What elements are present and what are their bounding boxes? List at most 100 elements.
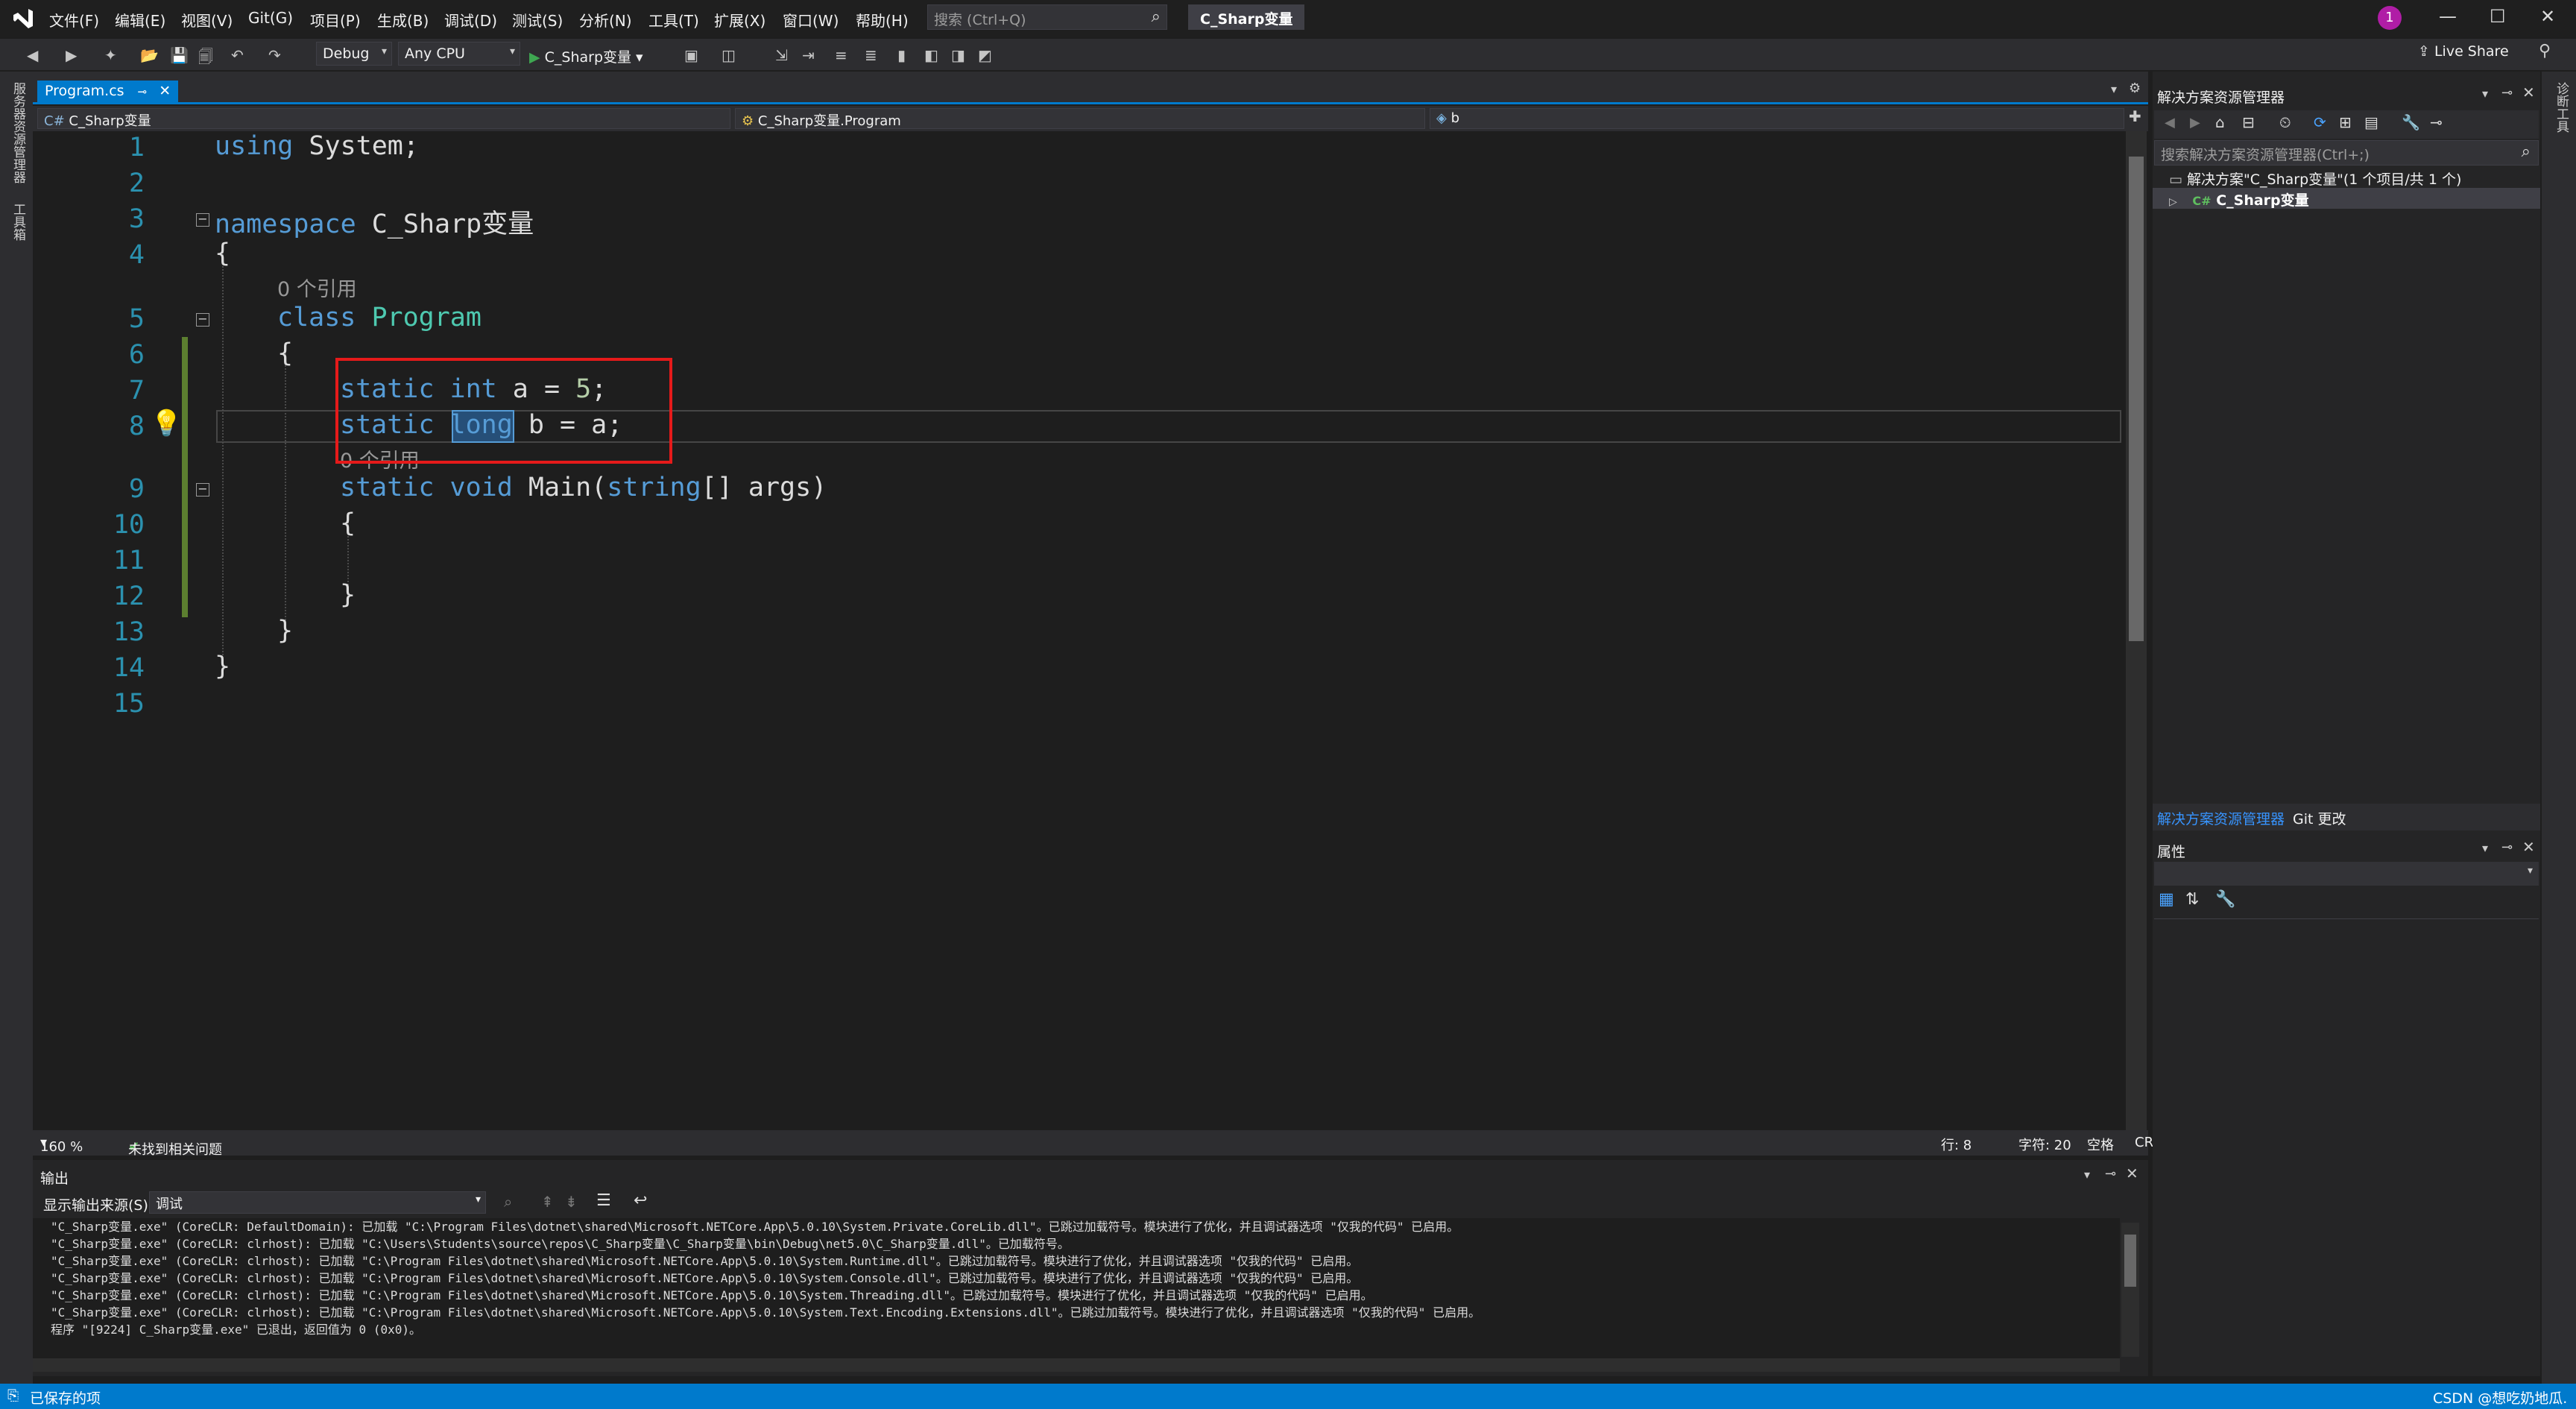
prev-bookmark-icon[interactable]: ◧ [924,46,938,64]
save-icon[interactable]: 💾 [170,46,189,64]
account-avatar[interactable]: 1 [2378,6,2402,30]
menu-analyze[interactable]: 分析(N) [579,9,632,31]
comment-icon[interactable]: ≡ [835,46,847,64]
pin-icon[interactable]: ⊸ [138,85,148,98]
start-debugging-button[interactable]: ▶ C_Sharp变量 ▾ [529,46,643,66]
sync-icon[interactable]: ⟳ [2314,113,2326,131]
lightbulb-icon[interactable]: 💡 [151,409,182,438]
save-all-icon[interactable]: 🗐 [198,46,213,72]
screenshot-icon[interactable]: ◫ [722,46,736,64]
pin-icon[interactable]: ⊸ [2105,1166,2116,1182]
menu-edit[interactable]: 编辑(E) [115,9,165,31]
project-dropdown[interactable]: C# C_Sharp变量 [37,108,730,129]
navigate-forward-icon[interactable]: ▶ [66,46,77,64]
pin-icon[interactable]: ⊸ [2501,85,2513,101]
back-icon[interactable]: ◀ [2165,115,2175,130]
menu-file[interactable]: 文件(F) [49,9,99,31]
word-wrap-icon[interactable]: ↩ [634,1191,647,1210]
output-horizontal-scrollbar[interactable] [33,1358,2120,1372]
configuration-select[interactable]: Debug ▾ [316,42,392,66]
menu-tools[interactable]: 工具(T) [648,9,699,31]
menu-project[interactable]: 项目(P) [310,9,361,31]
forward-icon[interactable]: ▶ [2190,115,2200,130]
tab-git-changes[interactable]: Git 更改 [2293,808,2346,828]
collapse-method-toggle[interactable]: − [196,483,209,497]
find-message-icon[interactable]: ⌕ [504,1193,512,1211]
menu-extensions[interactable]: 扩展(X) [714,9,765,31]
clear-all-icon[interactable]: ☰ [596,1191,611,1210]
toolbox-tab[interactable]: 工具箱 [9,203,28,241]
categorized-icon[interactable]: ▦ [2159,890,2174,909]
collapse-class-toggle[interactable]: − [196,313,209,327]
panel-menu-icon[interactable]: ▾ [2482,86,2488,101]
menu-test[interactable]: 测试(S) [512,9,563,31]
whitespace-mode[interactable]: 空格 [2087,1135,2114,1154]
tab-program-cs[interactable]: Program.cs ⊸ ✕ [37,81,179,104]
pending-changes-icon[interactable]: ⏲ [2279,113,2291,131]
properties-object-select[interactable]: ▾ [2154,862,2539,886]
clear-bookmarks-icon[interactable]: ◩ [978,46,992,64]
expand-arrow-icon[interactable]: ▷ [2169,196,2177,208]
navigate-back-icon[interactable]: ◀ [27,46,38,64]
diagnostic-tools-tab[interactable]: 诊断工具 [2552,82,2571,133]
alphabetical-icon[interactable]: ⇅ [2185,890,2199,909]
global-search-input[interactable]: 搜索 (Ctrl+Q) ⌕ [927,4,1167,30]
panel-menu-icon[interactable]: ▾ [2084,1167,2090,1182]
bookmark-icon[interactable]: ▮ [897,46,906,64]
open-file-icon[interactable]: 📂 [140,46,159,64]
platform-select[interactable]: Any CPU ▾ [398,42,520,66]
maximize-icon[interactable]: ☐ [2490,6,2506,27]
type-dropdown[interactable]: ⚙ C_Sharp变量.Program [735,108,1425,129]
output-source-select[interactable]: 调试 ▾ [149,1191,486,1214]
menu-git[interactable]: Git(G) [248,9,293,27]
tree-item-project[interactable]: ▷ C# C_Sharp变量 [2153,188,2540,209]
prev-message-icon[interactable]: ⇞ [541,1193,554,1211]
editor-scroll-thumb[interactable] [2129,157,2144,641]
tab-overflow-icon[interactable]: ▾ [2111,82,2117,96]
settings-gear-icon[interactable]: ⚙ [2129,81,2141,96]
member-dropdown[interactable]: ◈ b [1430,108,2124,129]
preview-icon[interactable]: ⊸ [2430,113,2443,131]
close-panel-icon[interactable]: ✕ [2126,1164,2138,1182]
menu-build[interactable]: 生成(B) [377,9,429,31]
zoom-level-select[interactable]: 160 % ▾ [40,1135,83,1155]
collapse-all-icon[interactable]: ⊞ [2339,113,2352,131]
solution-explorer-search[interactable]: 搜索解决方案资源管理器(Ctrl+;) ⌕ [2154,140,2539,166]
step-into-icon[interactable]: ⇲ [775,46,788,64]
output-scroll-thumb[interactable] [2124,1235,2136,1287]
undo-icon[interactable]: ↶ [231,46,244,64]
split-editor-icon[interactable]: ✚ [2129,107,2141,125]
step-over-icon[interactable]: ⇥ [802,46,815,64]
close-window-icon[interactable]: ✕ [2540,6,2555,27]
output-text-area[interactable]: "C_Sharp变量.exe" (CoreCLR: DefaultDomain)… [33,1218,2120,1364]
menu-debug[interactable]: 调试(D) [444,9,497,31]
uncomment-icon[interactable]: ≣ [865,46,877,64]
tab-solution-explorer[interactable]: 解决方案资源管理器 [2157,808,2285,828]
menu-view[interactable]: 视图(V) [181,9,233,31]
home-icon[interactable]: ⌂ [2215,113,2225,131]
redo-icon[interactable]: ↷ [268,46,281,64]
browse-folder-icon[interactable]: ▣ [684,46,698,64]
pin-icon[interactable]: ⊸ [2501,839,2513,855]
collapse-namespace-toggle[interactable]: − [196,213,209,227]
line-number: 7 [128,376,145,406]
close-panel-icon[interactable]: ✕ [2522,83,2535,101]
menu-help[interactable]: 帮助(H) [856,9,909,31]
show-all-files-icon[interactable]: ▤ [2364,113,2378,131]
close-tab-icon[interactable]: ✕ [159,83,171,99]
tree-item-solution[interactable]: ▭ 解决方案"C_Sharp变量"(1 个项目/共 1 个) [2169,168,2461,189]
next-bookmark-icon[interactable]: ◨ [951,46,965,64]
feedback-icon[interactable]: ⚲ [2539,42,2551,60]
server-explorer-tab[interactable]: 服务器资源管理器 [9,82,28,183]
switch-views-icon[interactable]: ⊟ [2242,113,2255,131]
codelens-references[interactable]: 0 个引用 [277,273,357,302]
panel-menu-icon[interactable]: ▾ [2482,841,2488,855]
next-message-icon[interactable]: ⇟ [565,1193,578,1211]
property-pages-icon[interactable]: 🔧 [2215,890,2235,909]
close-panel-icon[interactable]: ✕ [2522,838,2535,856]
live-share-button[interactable]: ⇪ Live Share [2418,43,2509,60]
minimize-icon[interactable]: — [2439,6,2457,27]
properties-wrench-icon[interactable]: 🔧 [2402,113,2420,131]
menu-window[interactable]: 窗口(W) [783,9,839,31]
new-project-icon[interactable]: ✦ [104,46,117,64]
